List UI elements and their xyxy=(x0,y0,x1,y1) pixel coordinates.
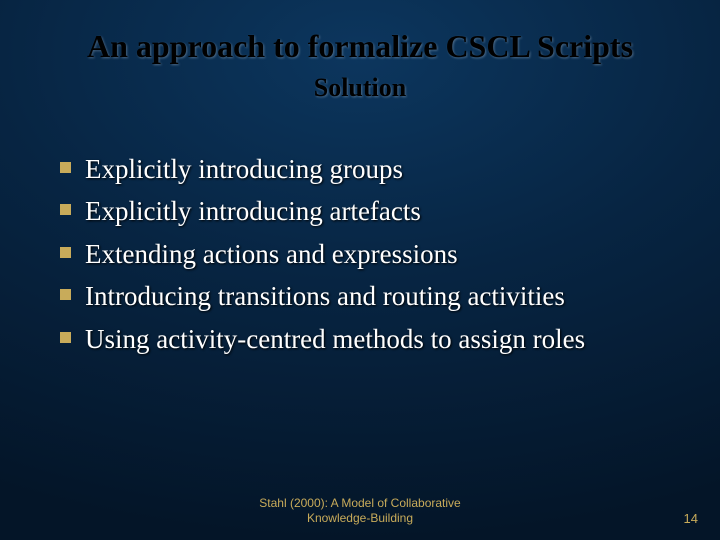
bullet-text: Using activity-centred methods to assign… xyxy=(85,321,585,357)
title-block: An approach to formalize CSCL Scripts So… xyxy=(0,0,720,103)
bullet-text: Explicitly introducing groups xyxy=(85,151,403,187)
list-item: Explicitly introducing artefacts xyxy=(60,193,680,229)
footer-line1: Stahl (2000): A Model of Collaborative xyxy=(259,496,460,510)
slide: An approach to formalize CSCL Scripts So… xyxy=(0,0,720,540)
list-item: Using activity-centred methods to assign… xyxy=(60,321,680,357)
bullet-text: Explicitly introducing artefacts xyxy=(85,193,421,229)
slide-title: An approach to formalize CSCL Scripts xyxy=(0,28,720,65)
page-number: 14 xyxy=(684,511,698,526)
list-item: Extending actions and expressions xyxy=(60,236,680,272)
square-bullet-icon xyxy=(60,162,71,173)
square-bullet-icon xyxy=(60,204,71,215)
bullet-text: Extending actions and expressions xyxy=(85,236,458,272)
footer-line2: Knowledge-Building xyxy=(307,511,413,525)
list-item: Introducing transitions and routing acti… xyxy=(60,278,680,314)
square-bullet-icon xyxy=(60,247,71,258)
slide-subtitle: Solution xyxy=(0,73,720,103)
square-bullet-icon xyxy=(60,289,71,300)
square-bullet-icon xyxy=(60,332,71,343)
bullet-text: Introducing transitions and routing acti… xyxy=(85,278,565,314)
body: Explicitly introducing groups Explicitly… xyxy=(0,151,720,357)
list-item: Explicitly introducing groups xyxy=(60,151,680,187)
footer-citation: Stahl (2000): A Model of Collaborative K… xyxy=(0,496,720,526)
